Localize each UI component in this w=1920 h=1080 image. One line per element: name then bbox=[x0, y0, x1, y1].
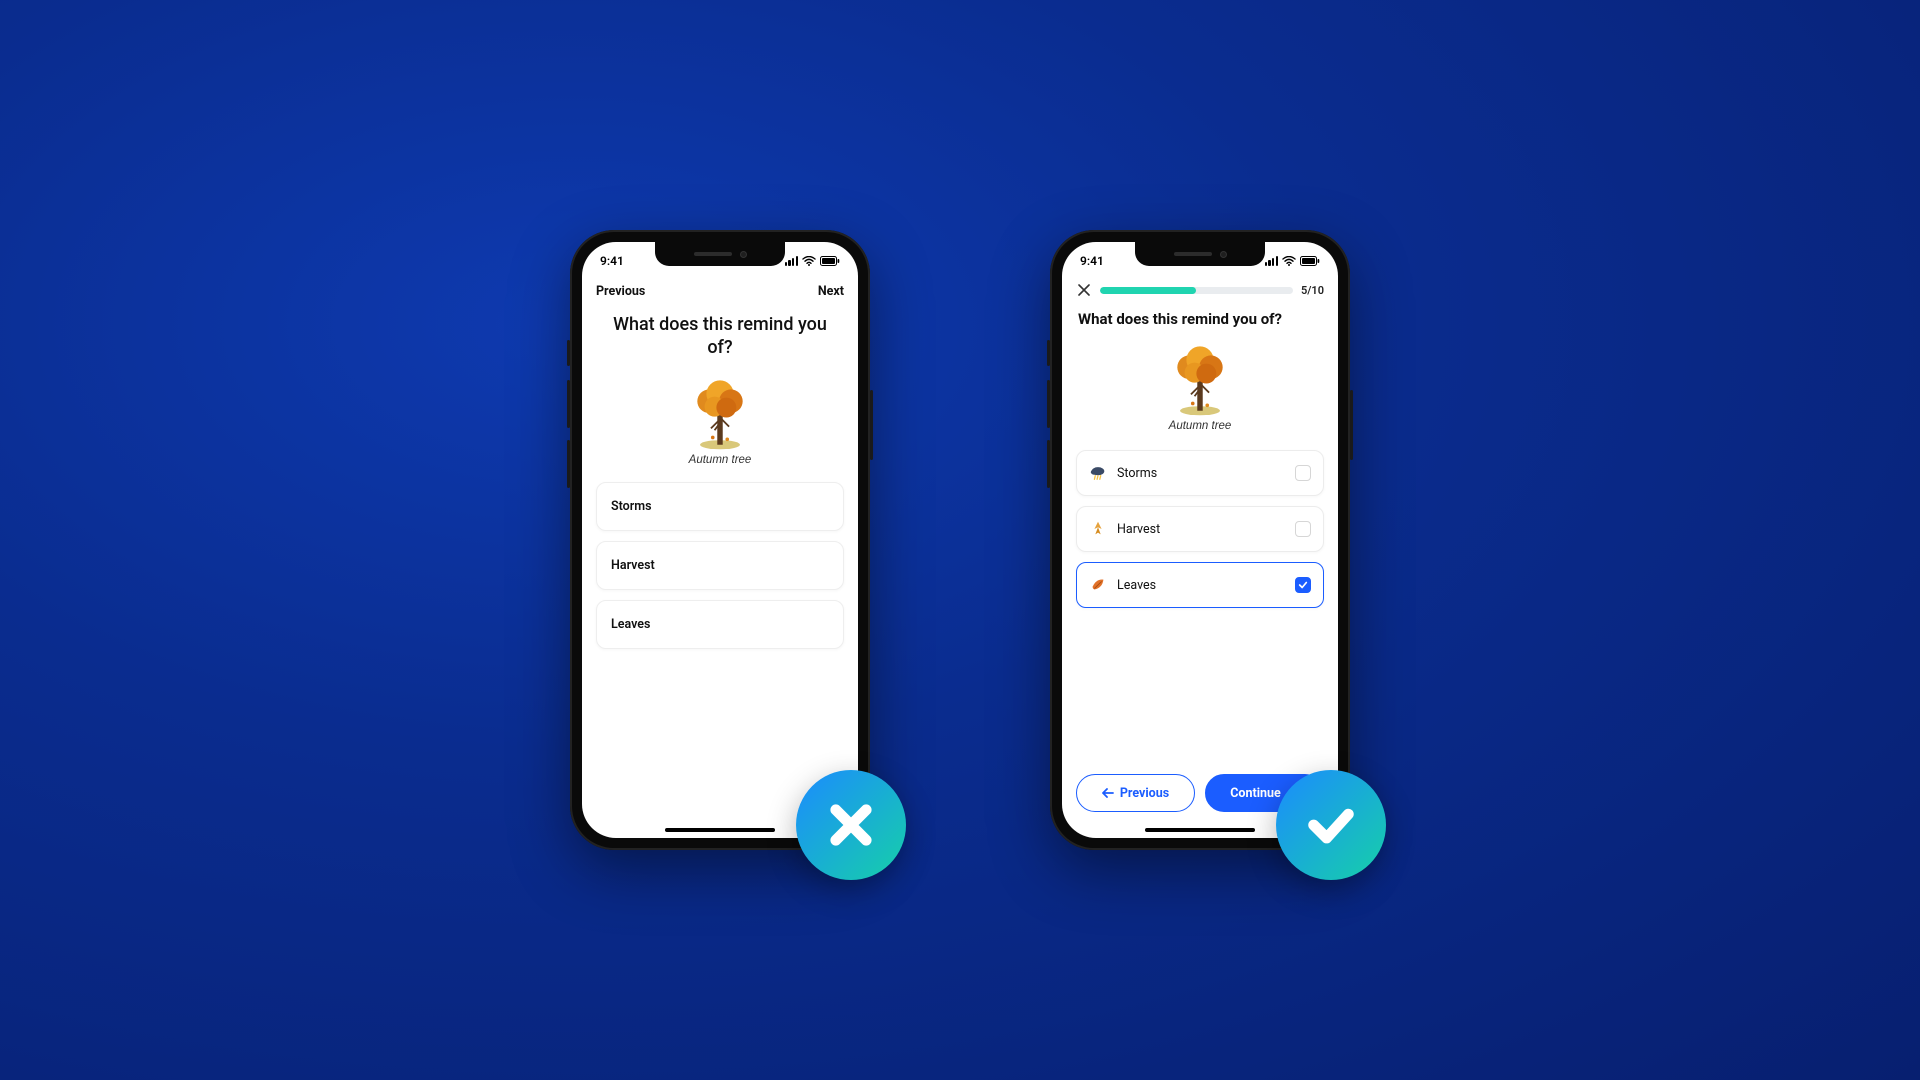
arrow-left-icon bbox=[1102, 788, 1114, 798]
leaf-icon bbox=[1089, 576, 1107, 594]
option-storms[interactable]: Storms bbox=[596, 482, 844, 531]
option-leaves[interactable]: Leaves bbox=[1076, 562, 1324, 608]
badge-cross-icon bbox=[796, 770, 906, 880]
wifi-icon bbox=[1282, 256, 1296, 266]
checkbox[interactable] bbox=[1295, 465, 1311, 481]
nav-next-link[interactable]: Next bbox=[818, 284, 844, 299]
phone-bad-example: 9:41 Previous Next What does this remind… bbox=[570, 230, 870, 850]
cloud-icon bbox=[1089, 464, 1107, 482]
image-autumn-tree: Autumn tree bbox=[582, 364, 858, 472]
option-harvest[interactable]: Harvest bbox=[1076, 506, 1324, 552]
tree-icon bbox=[683, 374, 757, 452]
home-indicator bbox=[1145, 828, 1255, 832]
tree-icon bbox=[1163, 340, 1237, 418]
option-label: Storms bbox=[1117, 466, 1285, 481]
status-time: 9:41 bbox=[600, 254, 624, 268]
previous-button[interactable]: Previous bbox=[1076, 774, 1195, 812]
checkbox[interactable] bbox=[1295, 521, 1311, 537]
question-heading: What does this remind you of? bbox=[582, 305, 858, 364]
checkbox-checked[interactable] bbox=[1295, 577, 1311, 593]
progress-count: 5/10 bbox=[1301, 284, 1324, 297]
home-indicator bbox=[665, 828, 775, 832]
option-leaves[interactable]: Leaves bbox=[596, 600, 844, 649]
question-heading: What does this remind you of? bbox=[1062, 306, 1338, 330]
option-storms[interactable]: Storms bbox=[1076, 450, 1324, 496]
wifi-icon bbox=[802, 256, 816, 266]
option-label: Harvest bbox=[1117, 522, 1285, 537]
option-harvest[interactable]: Harvest bbox=[596, 541, 844, 590]
close-button[interactable] bbox=[1076, 282, 1092, 298]
image-autumn-tree: Autumn tree bbox=[1062, 330, 1338, 438]
battery-icon bbox=[1300, 256, 1320, 266]
nav-previous-link[interactable]: Previous bbox=[596, 284, 645, 299]
badge-check-icon bbox=[1276, 770, 1386, 880]
phone-good-example: 9:41 5/10 What does this remind you of? bbox=[1050, 230, 1350, 850]
progress-bar bbox=[1100, 287, 1293, 294]
progress-fill bbox=[1100, 287, 1196, 294]
check-icon bbox=[1298, 580, 1308, 590]
battery-icon bbox=[820, 256, 840, 266]
status-time: 9:41 bbox=[1080, 254, 1104, 268]
button-label: Continue bbox=[1230, 786, 1281, 801]
cellular-icon bbox=[785, 256, 798, 266]
wheat-icon bbox=[1089, 520, 1107, 538]
button-label: Previous bbox=[1120, 786, 1169, 801]
image-caption: Autumn tree bbox=[1169, 420, 1232, 432]
cellular-icon bbox=[1265, 256, 1278, 266]
close-icon bbox=[1078, 284, 1090, 296]
image-caption: Autumn tree bbox=[689, 454, 752, 466]
option-label: Leaves bbox=[1117, 578, 1285, 593]
